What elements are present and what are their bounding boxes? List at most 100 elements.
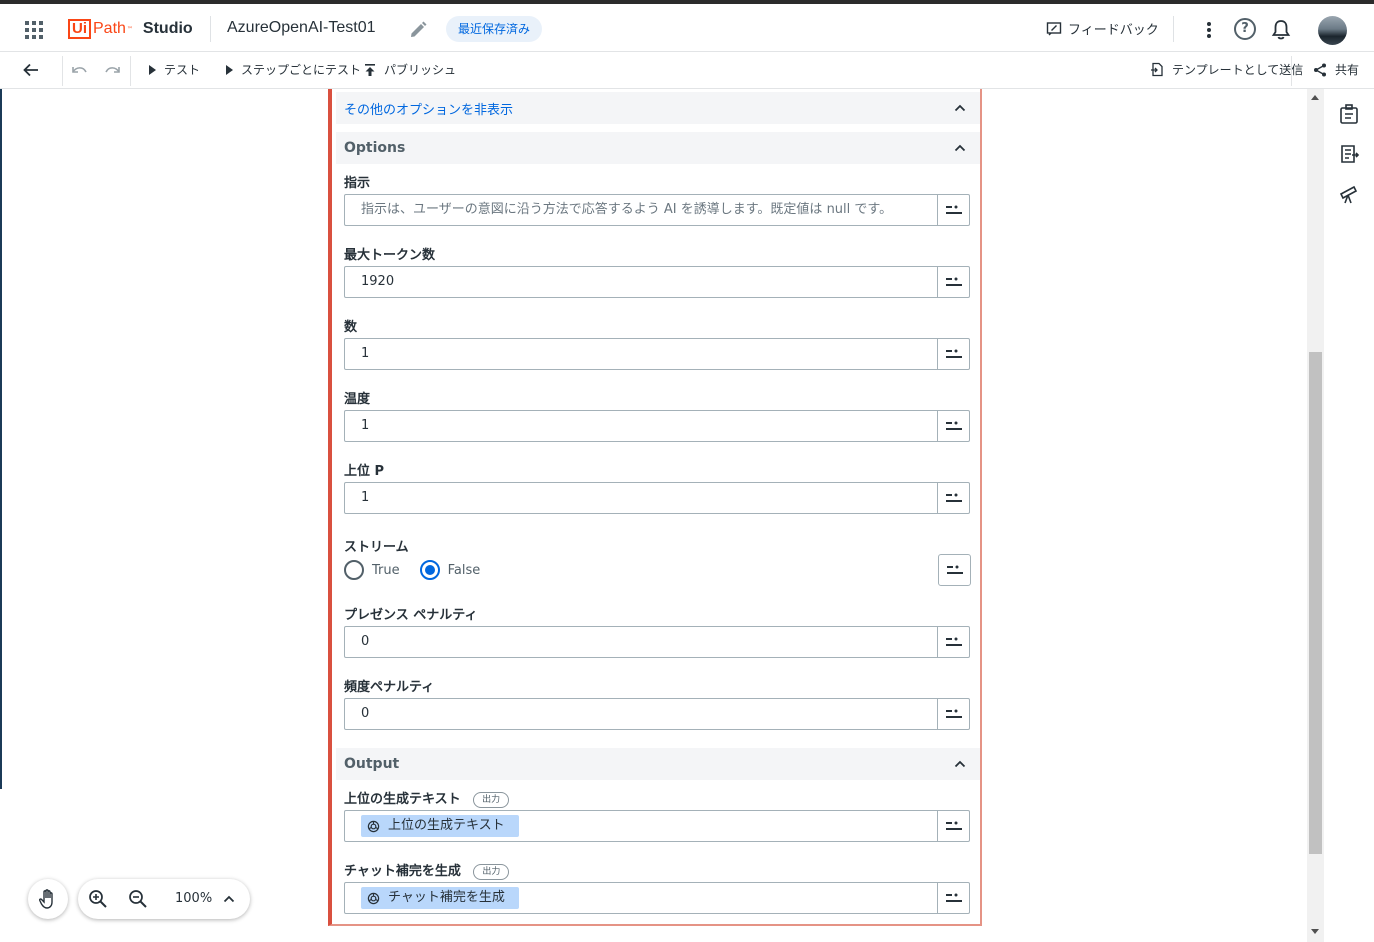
save-status-badge: 最近保存済み	[446, 16, 543, 42]
share-icon	[1314, 63, 1326, 76]
variable-chip-label: チャット補完を生成	[388, 890, 505, 905]
undo-icon[interactable]	[69, 61, 89, 79]
notifications-bell-icon[interactable]	[1271, 19, 1291, 41]
instruction-variable-button[interactable]	[937, 194, 970, 226]
publish-upload-icon	[365, 63, 375, 76]
more-options-icon[interactable]	[1200, 20, 1218, 40]
step-test-button[interactable]: ステップごとにテスト	[226, 61, 361, 78]
pan-hand-button[interactable]	[28, 879, 68, 919]
temperature-variable-button[interactable]	[937, 410, 970, 442]
max-tokens-label: 最大トークン数	[344, 248, 436, 263]
stream-radio-group: True False	[344, 560, 480, 580]
logo-ui-text: Ui	[68, 19, 91, 39]
chevron-up-icon[interactable]	[954, 142, 966, 154]
variable-picker-icon	[946, 277, 962, 286]
variable-picker-icon	[947, 565, 963, 574]
back-arrow-icon[interactable]	[22, 61, 40, 79]
variable-chip[interactable]: チャット補完を生成	[361, 887, 519, 909]
template-icon	[1151, 62, 1163, 77]
logo-path-text: Path	[93, 20, 126, 37]
chat-completion-variable-button[interactable]	[937, 882, 970, 914]
count-input[interactable]: 1	[344, 338, 938, 370]
scroll-up-arrow-icon[interactable]	[1311, 95, 1319, 100]
toolbar-divider	[130, 56, 131, 86]
openai-icon	[367, 820, 380, 832]
stream-true-radio[interactable]	[344, 560, 364, 580]
share-button[interactable]: 共有	[1313, 61, 1359, 78]
output-section-header[interactable]: Output	[336, 748, 980, 780]
stream-true-label[interactable]: True	[372, 563, 400, 578]
options-section-title: Options	[344, 140, 406, 156]
zoom-menu-chevron-up-icon[interactable]	[223, 893, 235, 905]
variable-picker-icon	[946, 709, 962, 718]
presence-penalty-variable-button[interactable]	[937, 626, 970, 658]
variable-picker-icon	[946, 493, 962, 502]
publish-button[interactable]: パブリッシュ	[364, 61, 456, 78]
instruction-input[interactable]: 指示は、ユーザーの意図に沿う方法で応答するよう AI を誘導します。既定値は n…	[344, 194, 938, 226]
toolbox-clipboard-icon[interactable]	[1338, 103, 1360, 125]
frequency-penalty-input[interactable]: 0	[344, 698, 938, 730]
redo-icon[interactable]	[103, 61, 123, 79]
count-variable-button[interactable]	[937, 338, 970, 370]
scrollbar-thumb[interactable]	[1309, 352, 1322, 854]
top-generated-text-input[interactable]: 上位の生成テキスト	[344, 810, 938, 842]
temperature-input[interactable]: 1	[344, 410, 938, 442]
stream-label: ストリーム	[344, 540, 409, 555]
instruction-label: 指示	[344, 176, 371, 191]
uipath-logo[interactable]: Ui Path ™ Studio	[68, 18, 193, 40]
zoom-out-icon[interactable]	[128, 889, 148, 909]
share-label: 共有	[1335, 63, 1360, 77]
chevron-up-icon[interactable]	[954, 102, 966, 114]
stream-false-label[interactable]: False	[448, 563, 481, 578]
user-avatar[interactable]	[1318, 16, 1347, 45]
logo-trademark: ™	[126, 25, 133, 33]
top-generated-text-label: 上位の生成テキスト 出力	[344, 788, 510, 808]
feedback-button[interactable]: フィードバック	[1046, 19, 1159, 38]
designer-toolbar: テスト ステップごとにテスト パブリッシュ テンプレートとして送信 共有	[0, 52, 1374, 89]
variable-picker-icon	[946, 821, 962, 830]
zoom-in-icon[interactable]	[88, 889, 108, 909]
presence-penalty-input[interactable]: 0	[344, 626, 938, 658]
telescope-icon[interactable]	[1338, 183, 1360, 205]
count-label: 数	[344, 320, 358, 335]
zoom-level[interactable]: 100%	[175, 891, 212, 906]
chevron-up-icon[interactable]	[954, 758, 966, 770]
template-label: テンプレートとして送信	[1172, 63, 1304, 77]
output-badge: 出力	[473, 863, 510, 880]
toolbar-divider	[62, 56, 63, 86]
variable-picker-icon	[946, 205, 962, 214]
variable-picker-icon	[946, 421, 962, 430]
chat-completion-input[interactable]: チャット補完を生成	[344, 882, 938, 914]
variable-chip-label: 上位の生成テキスト	[388, 818, 505, 833]
feedback-label: フィードバック	[1068, 23, 1159, 38]
activity-card[interactable]: その他のオプションを非表示 Options 指示 指示は、ユーザーの意図に沿う方…	[328, 89, 982, 926]
top-p-variable-button[interactable]	[937, 482, 970, 514]
top-generated-text-variable-button[interactable]	[937, 810, 970, 842]
frequency-penalty-variable-button[interactable]	[937, 698, 970, 730]
help-icon[interactable]: ?	[1234, 18, 1256, 40]
test-label: テスト	[164, 63, 201, 77]
max-tokens-input[interactable]: 1920	[344, 266, 938, 298]
openai-icon	[367, 892, 380, 904]
options-section-header[interactable]: Options	[336, 132, 980, 164]
send-as-template-button[interactable]: テンプレートとして送信	[1150, 61, 1303, 78]
variable-picker-icon	[946, 893, 962, 902]
test-button[interactable]: テスト	[149, 61, 200, 78]
max-tokens-variable-button[interactable]	[937, 266, 970, 298]
step-test-label: ステップごとにテスト	[241, 63, 362, 77]
project-title: AzureOpenAI-Test01	[227, 19, 376, 36]
stream-variable-button[interactable]	[938, 554, 971, 586]
variable-chip[interactable]: 上位の生成テキスト	[361, 815, 519, 837]
hand-icon	[39, 889, 53, 909]
data-manager-icon[interactable]	[1338, 143, 1360, 165]
app-launcher-icon[interactable]	[25, 21, 43, 39]
variable-picker-icon	[946, 637, 962, 646]
canvas-left-edge	[0, 89, 2, 789]
stream-false-radio[interactable]	[419, 560, 440, 580]
top-p-label: 上位 P	[344, 464, 385, 479]
scroll-down-arrow-icon[interactable]	[1311, 929, 1319, 934]
top-p-input[interactable]: 1	[344, 482, 938, 514]
edit-title-pencil-icon[interactable]	[408, 20, 428, 40]
hide-options-toggle[interactable]: その他のオプションを非表示	[336, 92, 980, 124]
frequency-penalty-label: 頻度ペナルティ	[344, 680, 435, 695]
